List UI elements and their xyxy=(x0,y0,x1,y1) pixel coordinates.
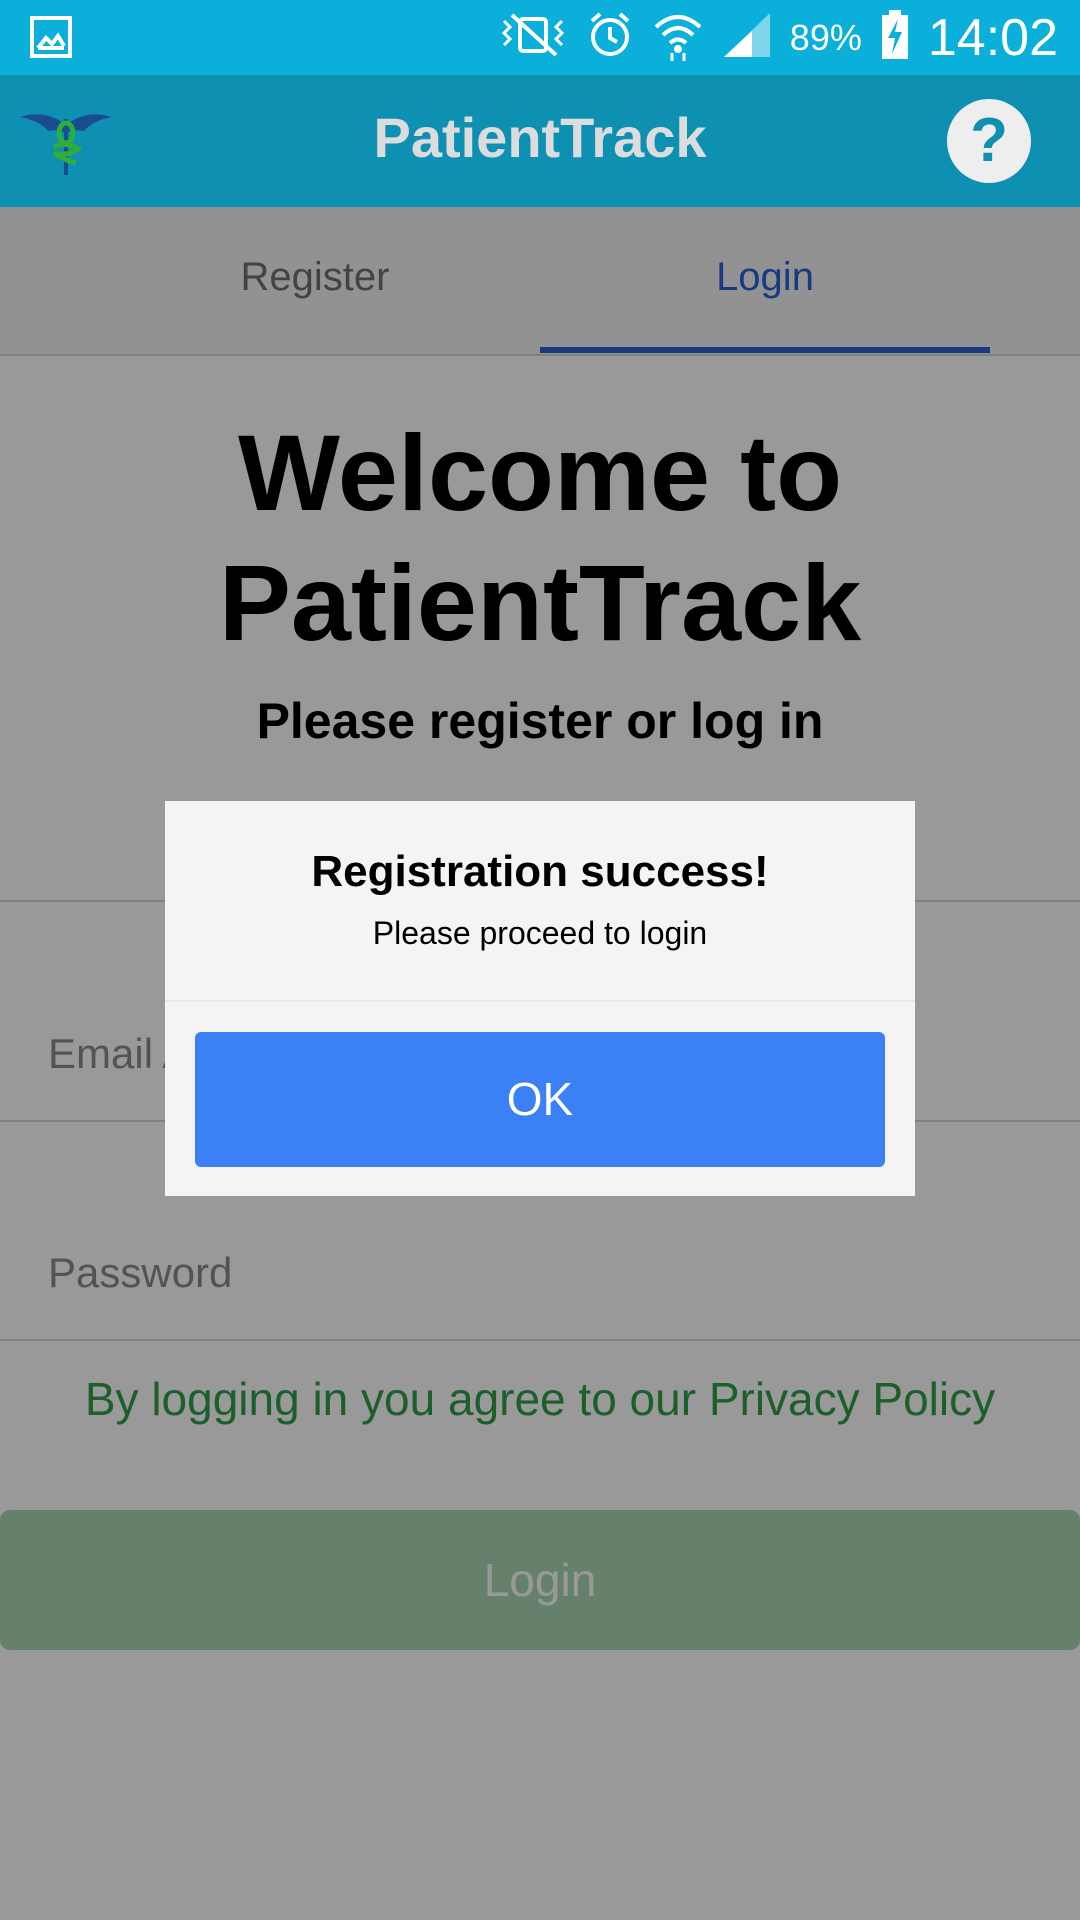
dialog-title: Registration success! xyxy=(311,847,769,896)
wifi-icon xyxy=(652,9,704,66)
gallery-icon xyxy=(30,16,72,63)
dialog-divider xyxy=(165,1000,915,1002)
app-title: PatientTrack xyxy=(373,106,707,169)
clock: 14:02 xyxy=(927,8,1058,67)
battery-charging-icon xyxy=(880,10,910,65)
app-bar: PatientTrack ? xyxy=(0,75,1080,207)
status-bar: 89% 14:02 xyxy=(0,0,1080,75)
battery-percent: 89% xyxy=(789,16,862,58)
signal-icon xyxy=(722,11,772,64)
dialog-message: Please proceed to login xyxy=(372,915,708,951)
help-button[interactable]: ? xyxy=(947,99,1031,183)
alarm-icon xyxy=(586,11,634,64)
ok-button[interactable]: OK xyxy=(195,1032,885,1167)
vibrate-mute-icon xyxy=(498,11,568,64)
registration-success-dialog: Registration success! Please proceed to … xyxy=(165,801,915,1196)
